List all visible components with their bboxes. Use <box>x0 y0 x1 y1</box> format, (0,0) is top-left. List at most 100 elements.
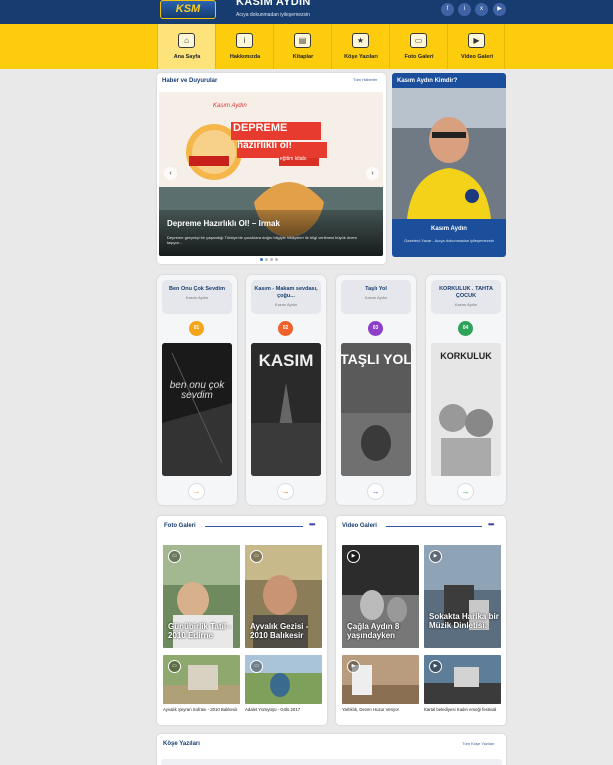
video-caption-small[interactable]: Kartal belediyesi Kadın emeği festivali <box>424 707 501 712</box>
book-title: Kasım - Makam sevdası, çoğu... <box>254 286 318 299</box>
x-icon[interactable]: x <box>475 3 488 16</box>
book-arrow-button[interactable]: → <box>188 483 205 500</box>
video-caption-small[interactable]: Yarlıklık, Dezen Huzur Veriyor <box>342 707 419 712</box>
book-title: Ben Onu Çok Sevdim <box>169 286 225 292</box>
profile-photo <box>392 88 506 219</box>
book-cover[interactable]: KASIM <box>251 343 321 476</box>
video-caption[interactable]: Sokakta Harika bir Müzik Dinletisi. <box>429 612 499 630</box>
news-slide-image[interactable] <box>159 92 383 256</box>
book-cover[interactable]: TAŞLI YOL <box>341 343 411 476</box>
book-author: Kasım Aydın <box>454 302 478 307</box>
book-title: KORKULUK . TAHTA ÇOCUK <box>439 286 493 299</box>
star-icon: ★ <box>352 33 369 48</box>
slide-cover-author: Kasım Aydın <box>213 103 247 109</box>
top-header: KSM KASIM AYDIN Acıya dokunmadan iyileşe… <box>0 0 613 24</box>
facebook-icon[interactable]: f <box>441 3 454 16</box>
book-cover-text: ben onu çok sevdim <box>169 380 225 401</box>
info-icon: i <box>236 33 253 48</box>
slide-text: Depreme gerçekçi bir yaşandığı Türkiye'd… <box>167 235 357 245</box>
video-caption[interactable]: Çağla Aydın 8 yaşındayken <box>347 622 417 640</box>
nav-about[interactable]: i Hakkımızda <box>215 24 273 69</box>
nav-label: Video Galeri <box>461 54 493 60</box>
site-logo[interactable]: KSM <box>160 0 216 19</box>
nav-video-gallery[interactable]: ▶ Video Galeri <box>447 24 505 69</box>
book-cover[interactable]: KORKULUK <box>431 343 501 476</box>
photo-gallery-more[interactable]: ••• <box>309 520 315 529</box>
book-arrow-button[interactable]: → <box>367 483 384 500</box>
book-number: 04 <box>458 321 473 336</box>
profile-card[interactable]: Kasım Aydın Kimdir? Kasım Aydın Gazeteci… <box>392 73 506 257</box>
play-icon: ▶ <box>429 660 442 673</box>
book-card[interactable]: KORKULUK . TAHTA ÇOCUK Kasım Aydın 04 KO… <box>426 275 506 505</box>
video-gallery-title: Video Galeri <box>342 523 377 529</box>
book-card[interactable]: Kasım - Makam sevdası, çoğu... Kasım Ayd… <box>246 275 326 505</box>
photo-caption-small[interactable]: Ayvalık Şeyran Sofrası - 2010 Balıkesir <box>163 707 240 712</box>
profile-description: Gazeteci-Yazar - Acıya dokunmadan iyileş… <box>404 238 494 243</box>
video-thumb-large[interactable]: ▶ <box>424 545 501 648</box>
profile-title: Kasım Aydın Kimdir? <box>397 78 458 84</box>
book-number: 02 <box>278 321 293 336</box>
news-title: Haber ve Duyurular <box>162 78 218 84</box>
slide-next-button[interactable]: › <box>366 167 379 180</box>
book-arrow-button[interactable]: → <box>457 483 474 500</box>
nav-columns[interactable]: ★ Köşe Yazıları <box>331 24 389 69</box>
slide-cover-line1: DEPREME <box>233 122 288 134</box>
book-card[interactable]: Ben Onu Çok Sevdim Kasım Aydın 01 ben on… <box>157 275 237 505</box>
profile-name: Kasım Aydın <box>431 226 467 232</box>
nav-photo-gallery[interactable]: ▭ Foto Galeri <box>389 24 447 69</box>
nav-label: Kitaplar <box>292 54 314 60</box>
camera-icon: ▭ <box>250 550 263 563</box>
columns-panel: Köşe Yazıları Tüm Köşe Yazıları <box>157 734 506 765</box>
book-title: Taşlı Yol <box>365 286 387 292</box>
book-title-box: KORKULUK . TAHTA ÇOCUK Kasım Aydın <box>431 280 501 314</box>
book-author: Kasım Aydın <box>364 295 388 300</box>
camera-icon: ▭ <box>250 660 263 673</box>
book-author: Kasım Aydın <box>274 302 298 307</box>
instagram-icon[interactable]: i <box>458 3 471 16</box>
columns-title: Köşe Yazıları <box>163 741 200 747</box>
book-number: 01 <box>189 321 204 336</box>
photo-gallery-divider <box>205 526 303 527</box>
photo-caption-small[interactable]: Adalet Yürüyüşü - Gölü 2017 <box>245 707 322 712</box>
book-card[interactable]: Taşlı Yol Kasım Aydın 03 TAŞLI YOL → <box>336 275 416 505</box>
slide-cover-line3: eğitim kitabı <box>280 156 307 162</box>
photo-caption[interactable]: Günübirlik Tatil - 2010 Edirne <box>168 622 238 640</box>
camera-icon: ▭ <box>410 33 427 48</box>
book-arrow-button[interactable]: → <box>277 483 294 500</box>
slide-caption-overlay <box>159 210 383 256</box>
play-icon: ▶ <box>429 550 442 563</box>
camera-icon: ▭ <box>168 660 181 673</box>
site-subtitle: Acıya dokunmadan iyileşemezsin <box>236 12 310 18</box>
photo-caption[interactable]: Ayvalık Gezisi - 2010 Balıkesir <box>250 622 320 640</box>
video-thumb-small[interactable]: ▶ <box>424 655 501 704</box>
nav-label: Hakkımızda <box>229 54 261 60</box>
book-title-box: Kasım - Makam sevdası, çoğu... Kasım Ayd… <box>251 280 321 314</box>
slide-dot[interactable] <box>270 258 273 261</box>
slide-dot[interactable] <box>265 258 268 261</box>
main-nav: ⌂ Ana Sayfa i Hakkımızda ▤ Kitaplar ★ Kö… <box>0 24 613 69</box>
play-icon: ▶ <box>347 660 360 673</box>
video-thumb-small[interactable]: ▶ <box>342 655 419 704</box>
news-all-link[interactable]: Tüm Haberler <box>353 77 377 82</box>
columns-all-link[interactable]: Tüm Köşe Yazıları <box>462 741 495 746</box>
photo-thumb-small[interactable]: ▭ <box>245 655 322 704</box>
nav-label: Ana Sayfa <box>173 54 201 60</box>
book-cover-text: TAŞLI YOL <box>341 351 411 367</box>
slide-dot[interactable] <box>275 258 278 261</box>
book-author: Kasım Aydın <box>185 295 209 300</box>
book-cover[interactable]: ben onu çok sevdim <box>162 343 232 476</box>
slide-dot-active[interactable] <box>260 258 263 261</box>
nav-books[interactable]: ▤ Kitaplar <box>273 24 331 69</box>
photo-thumb-small[interactable]: ▭ <box>163 655 240 704</box>
nav-home[interactable]: ⌂ Ana Sayfa <box>157 24 215 69</box>
camera-icon: ▭ <box>168 550 181 563</box>
book-title-box: Taşlı Yol Kasım Aydın <box>341 280 411 314</box>
slide-prev-button[interactable]: ‹ <box>164 167 177 180</box>
slide-title[interactable]: Depreme Hazırlıklı Ol! – Irmak <box>167 219 280 228</box>
site-title[interactable]: KASIM AYDIN <box>236 0 311 8</box>
slide-cover-line2: hazırlıklı ol! <box>237 140 293 151</box>
book-cover-text: KORKULUK <box>440 351 492 361</box>
play-icon: ▶ <box>347 550 360 563</box>
youtube-icon[interactable]: ▶ <box>493 3 506 16</box>
video-gallery-more[interactable]: ••• <box>488 520 494 529</box>
